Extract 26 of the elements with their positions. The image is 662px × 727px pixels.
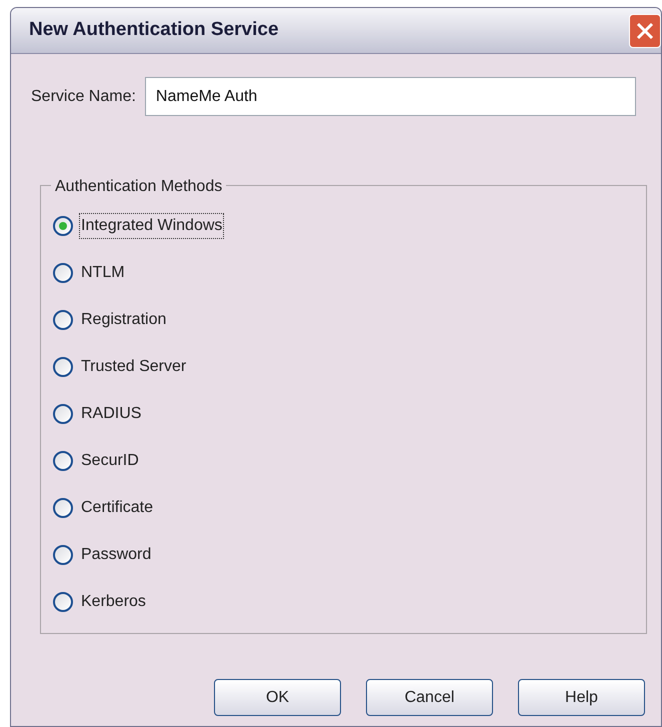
radio-button[interactable] xyxy=(53,310,73,330)
radio-button[interactable] xyxy=(53,498,73,518)
radio-button[interactable] xyxy=(53,216,73,236)
radio-label[interactable]: RADIUS xyxy=(80,402,142,426)
dialog-button[interactable]: Help xyxy=(518,679,645,716)
radio-button[interactable] xyxy=(53,592,73,612)
field-label: Service Name: xyxy=(31,86,136,106)
window-title: New Authentication Service xyxy=(29,18,279,42)
radio-label[interactable]: Password xyxy=(80,543,152,567)
radio-label[interactable]: Certificate xyxy=(80,496,154,520)
radio-label[interactable]: Trusted Server xyxy=(80,355,188,379)
radio-label[interactable]: NTLM xyxy=(80,261,126,285)
radio-label[interactable]: Kerberos xyxy=(80,590,147,614)
radio-button[interactable] xyxy=(53,451,73,471)
radio-label[interactable]: Integrated Windows xyxy=(80,214,224,238)
radio-label[interactable]: SecurID xyxy=(80,449,140,473)
service-name-field[interactable]: NameMe Auth xyxy=(144,77,636,116)
radio-button[interactable] xyxy=(53,263,73,283)
radio-button[interactable] xyxy=(53,357,73,377)
dialog-button[interactable]: OK xyxy=(214,679,341,716)
dialog-button[interactable]: Cancel xyxy=(366,679,493,716)
radio-button[interactable] xyxy=(53,545,73,565)
radio-label[interactable]: Registration xyxy=(80,308,168,332)
radio-button[interactable] xyxy=(53,404,73,424)
close-button[interactable] xyxy=(629,14,661,48)
close-icon xyxy=(635,20,655,40)
